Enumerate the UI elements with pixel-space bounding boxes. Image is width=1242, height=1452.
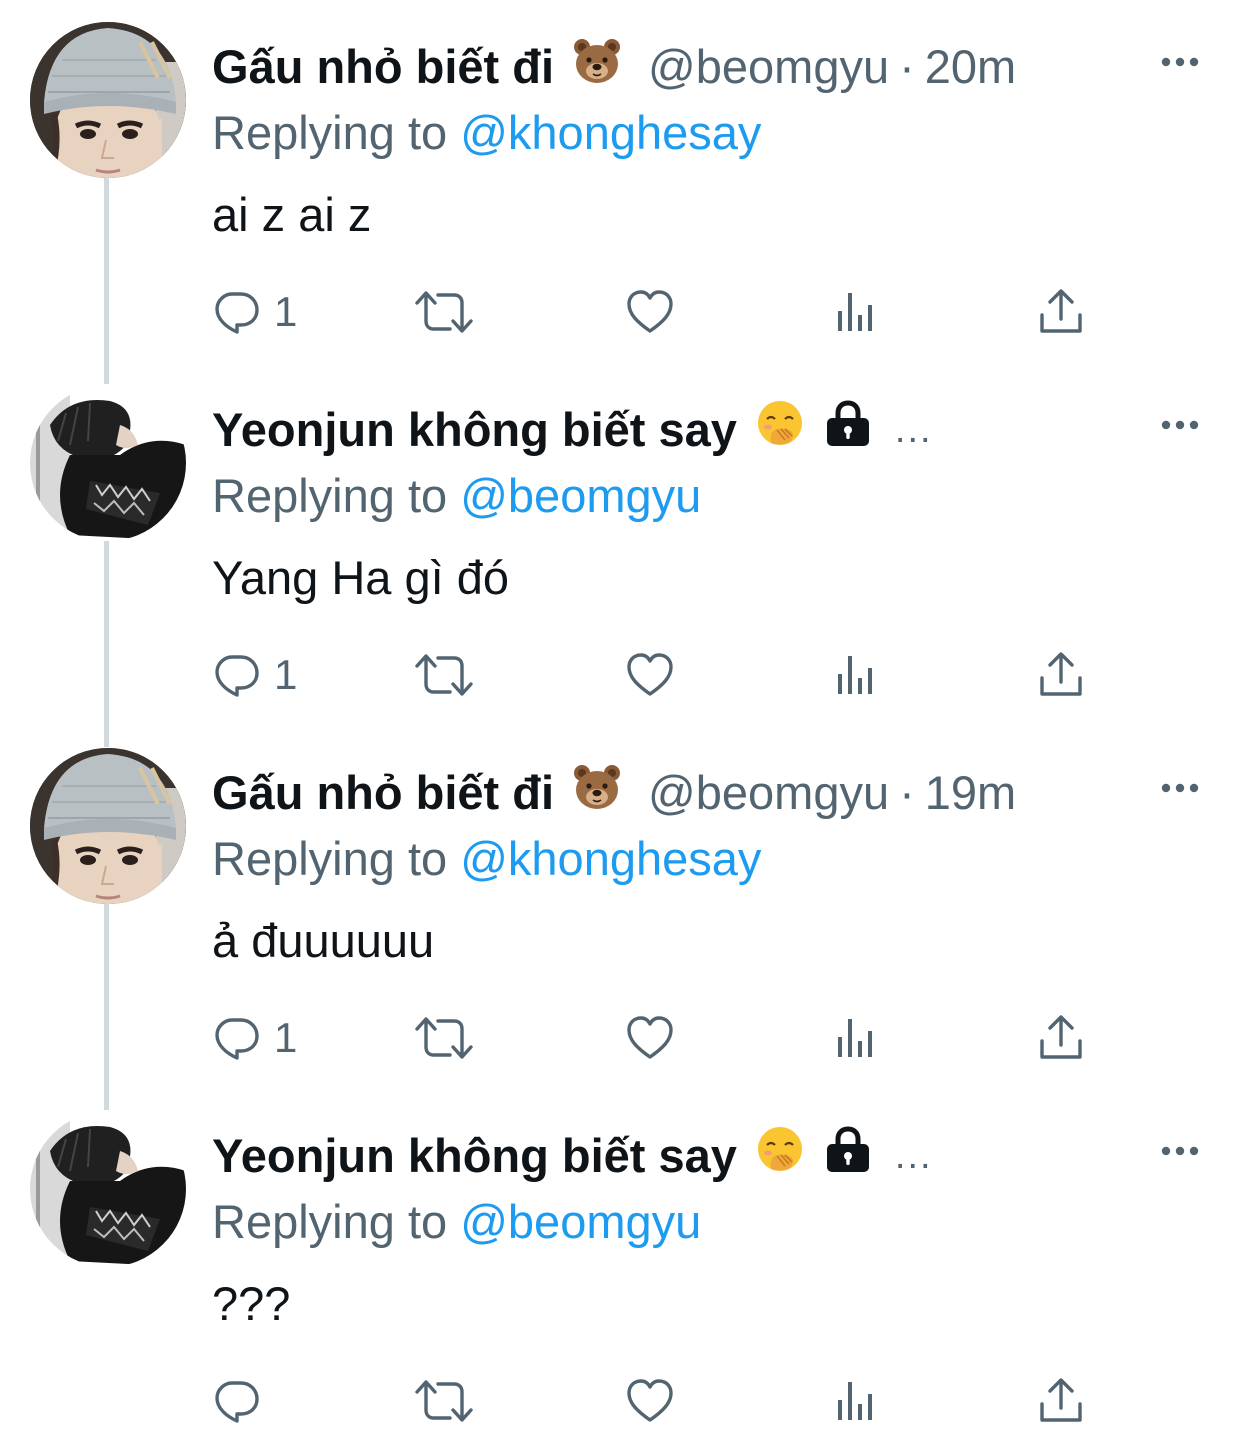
tweet-text: ả đuuuuuu bbox=[212, 914, 435, 967]
replying-to: Replying to @beomgyu bbox=[212, 1193, 701, 1251]
like-button[interactable] bbox=[625, 1373, 675, 1429]
separator-dot: · bbox=[899, 40, 915, 93]
tweet-header: Gấu nhỏ biết đi @beomgyu · 20m bbox=[212, 38, 1016, 96]
analytics-icon bbox=[830, 1013, 880, 1063]
replying-prefix: Replying to bbox=[212, 832, 448, 885]
tweet-header: Yeonjun không biết say ... bbox=[212, 401, 933, 459]
timestamp[interactable]: 19m bbox=[925, 764, 1016, 822]
analytics-button[interactable] bbox=[830, 647, 880, 703]
retweet-icon bbox=[414, 650, 474, 700]
share-button[interactable] bbox=[1036, 284, 1086, 340]
more-options-icon[interactable] bbox=[1158, 766, 1202, 810]
retweet-button[interactable] bbox=[414, 1010, 474, 1066]
bear-face-emoji bbox=[572, 762, 622, 825]
bear-face-emoji bbox=[572, 36, 622, 99]
replying-prefix: Replying to bbox=[212, 1195, 448, 1248]
retweet-button[interactable] bbox=[414, 647, 474, 703]
reply-icon bbox=[212, 1376, 262, 1426]
reply-icon bbox=[212, 1013, 262, 1063]
analytics-icon bbox=[830, 1376, 880, 1426]
replying-to: Replying to @beomgyu bbox=[212, 467, 701, 525]
reply-count: 1 bbox=[274, 1014, 298, 1061]
display-name[interactable]: Gấu nhỏ biết đi bbox=[212, 764, 554, 822]
tweet-header: Gấu nhỏ biết đi @beomgyu · 19m bbox=[212, 764, 1016, 822]
analytics-button[interactable] bbox=[830, 284, 880, 340]
like-icon bbox=[625, 287, 675, 337]
action-bar bbox=[0, 1373, 1242, 1429]
like-button[interactable] bbox=[625, 1010, 675, 1066]
display-name[interactable]: Yeonjun không biết say bbox=[212, 401, 737, 459]
like-button[interactable] bbox=[625, 284, 675, 340]
tweet[interactable]: Yeonjun không biết say ... Replying to @… bbox=[0, 1089, 1242, 1452]
retweet-button[interactable] bbox=[414, 1373, 474, 1429]
beanie-avatar[interactable] bbox=[30, 748, 186, 904]
reply-button[interactable]: 1 bbox=[212, 1010, 297, 1066]
retweet-icon bbox=[414, 1013, 474, 1063]
share-button[interactable] bbox=[1036, 1010, 1086, 1066]
reply-icon bbox=[212, 287, 262, 337]
face-with-hand-over-mouth-emoji bbox=[755, 1125, 805, 1188]
reply-count: 1 bbox=[274, 651, 298, 698]
retweet-icon bbox=[414, 287, 474, 337]
lock-icon bbox=[823, 399, 873, 462]
replying-handle-link[interactable]: @beomgyu bbox=[460, 469, 701, 522]
like-icon bbox=[625, 1013, 675, 1063]
tweet-header: Yeonjun không biết say ... bbox=[212, 1127, 933, 1185]
tweet-text: Yang Ha gì đó bbox=[212, 551, 510, 604]
replying-to: Replying to @khonghesay bbox=[212, 830, 761, 888]
reply-count: 1 bbox=[274, 288, 298, 335]
analytics-icon bbox=[830, 650, 880, 700]
share-icon bbox=[1036, 1376, 1086, 1426]
action-bar: 1 bbox=[0, 647, 1242, 703]
tweet[interactable]: Yeonjun không biết say ... Replying to @… bbox=[0, 363, 1242, 726]
action-bar: 1 bbox=[0, 284, 1242, 340]
timestamp[interactable]: 20m bbox=[925, 38, 1016, 96]
reply-button[interactable]: 1 bbox=[212, 284, 297, 340]
replying-prefix: Replying to bbox=[212, 469, 448, 522]
replying-handle-link[interactable]: @khonghesay bbox=[460, 832, 761, 885]
dark-jacket-avatar[interactable] bbox=[30, 385, 186, 541]
like-icon bbox=[625, 650, 675, 700]
like-button[interactable] bbox=[625, 647, 675, 703]
more-options-icon[interactable] bbox=[1158, 1129, 1202, 1173]
user-handle[interactable]: @beomgyu bbox=[648, 764, 889, 822]
analytics-button[interactable] bbox=[830, 1010, 880, 1066]
like-icon bbox=[625, 1376, 675, 1426]
more-options-icon[interactable] bbox=[1158, 40, 1202, 84]
retweet-button[interactable] bbox=[414, 284, 474, 340]
reply-icon bbox=[212, 650, 262, 700]
share-icon bbox=[1036, 1013, 1086, 1063]
replying-handle-link[interactable]: @khonghesay bbox=[460, 106, 761, 159]
dark-jacket-avatar[interactable] bbox=[30, 1111, 186, 1267]
display-name[interactable]: Yeonjun không biết say bbox=[212, 1127, 737, 1185]
tweet[interactable]: Gấu nhỏ biết đi @beomgyu · 19m Replying … bbox=[0, 726, 1242, 1089]
reply-button[interactable]: 1 bbox=[212, 647, 297, 703]
user-handle[interactable]: @beomgyu bbox=[648, 38, 889, 96]
truncation-ellipsis: ... bbox=[894, 1135, 933, 1177]
share-button[interactable] bbox=[1036, 647, 1086, 703]
tweet-text: ai z ai z bbox=[212, 188, 372, 241]
reply-button[interactable] bbox=[212, 1373, 274, 1429]
tweet-text: ??? bbox=[212, 1277, 291, 1330]
display-name[interactable]: Gấu nhỏ biết đi bbox=[212, 38, 554, 96]
tweet[interactable]: Gấu nhỏ biết đi @beomgyu · 20m Replying … bbox=[0, 0, 1242, 363]
analytics-icon bbox=[830, 287, 880, 337]
retweet-icon bbox=[414, 1376, 474, 1426]
analytics-button[interactable] bbox=[830, 1373, 880, 1429]
replying-prefix: Replying to bbox=[212, 106, 448, 159]
more-options-icon[interactable] bbox=[1158, 403, 1202, 447]
replying-to: Replying to @khonghesay bbox=[212, 104, 761, 162]
replying-handle-link[interactable]: @beomgyu bbox=[460, 1195, 701, 1248]
truncation-ellipsis: ... bbox=[894, 409, 933, 451]
share-icon bbox=[1036, 650, 1086, 700]
share-button[interactable] bbox=[1036, 1373, 1086, 1429]
beanie-avatar[interactable] bbox=[30, 22, 186, 178]
face-with-hand-over-mouth-emoji bbox=[755, 399, 805, 462]
share-icon bbox=[1036, 287, 1086, 337]
action-bar: 1 bbox=[0, 1010, 1242, 1066]
lock-icon bbox=[823, 1125, 873, 1188]
separator-dot: · bbox=[899, 766, 915, 819]
